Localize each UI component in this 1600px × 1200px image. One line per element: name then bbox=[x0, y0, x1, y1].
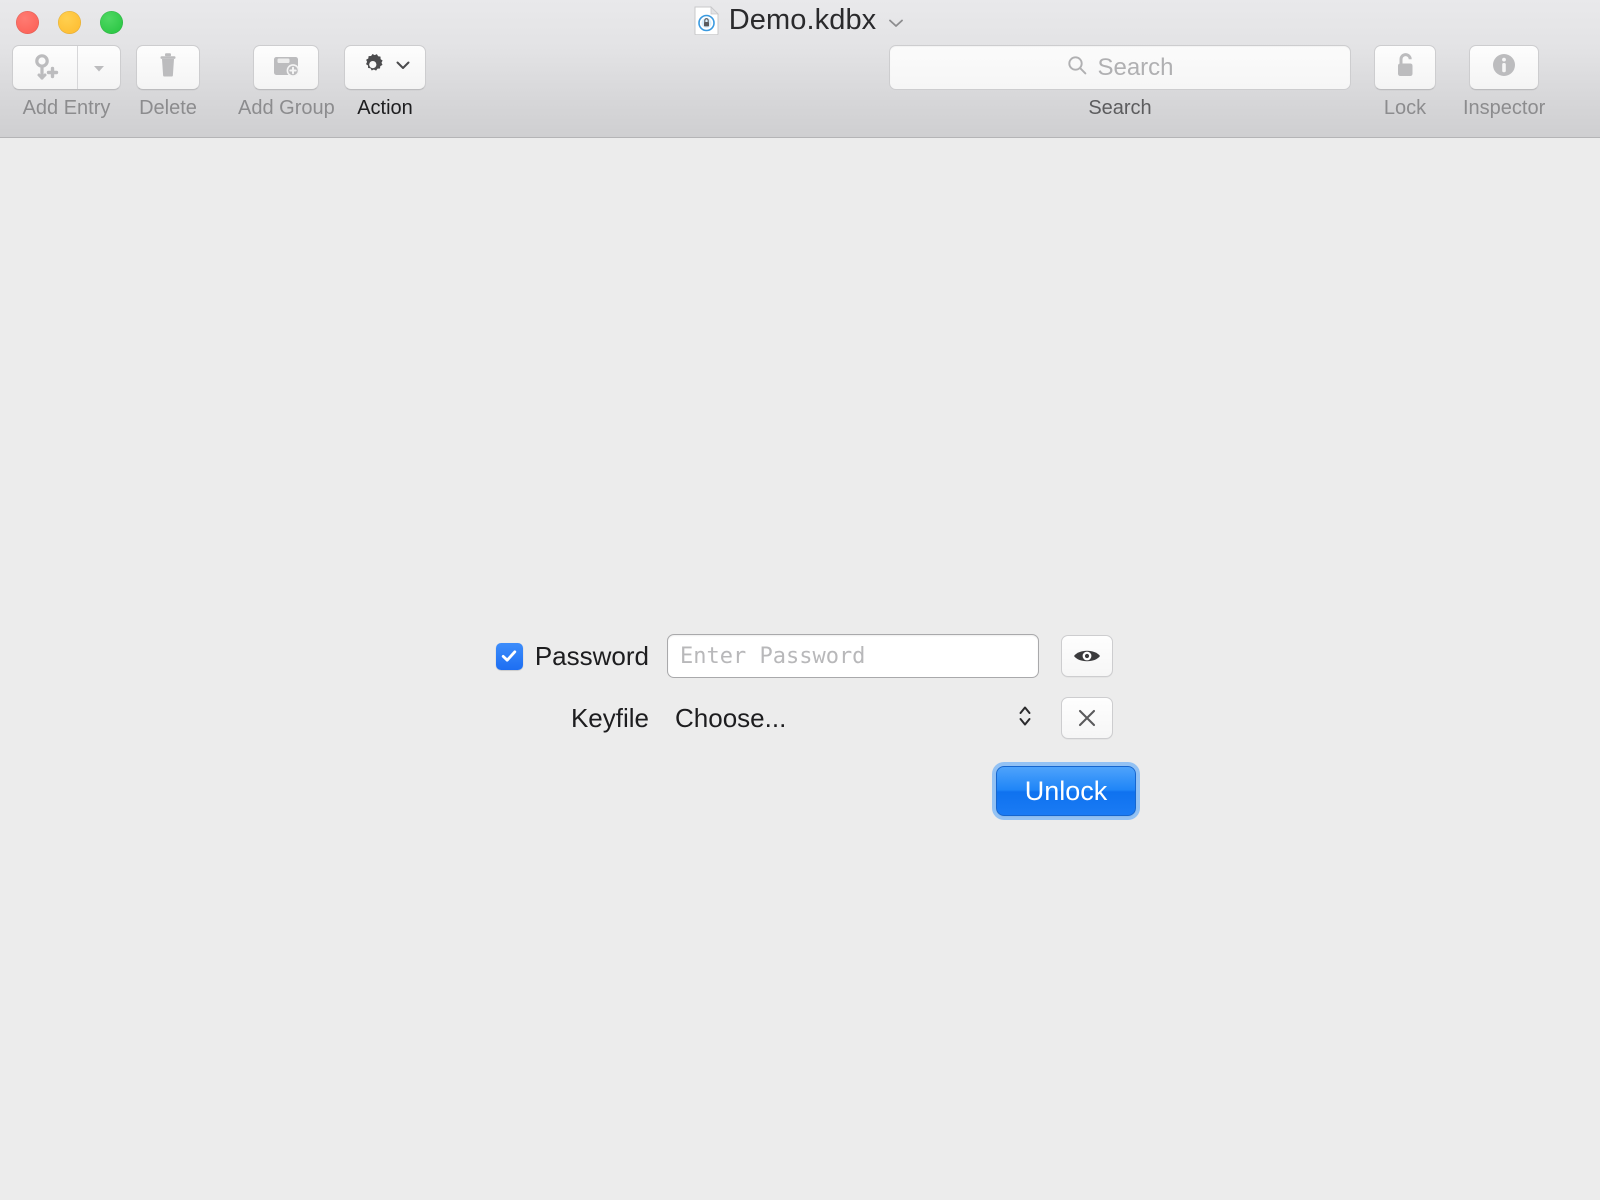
clear-keyfile-button[interactable] bbox=[1061, 697, 1113, 739]
keyfile-label: Keyfile bbox=[570, 702, 649, 733]
close-window-button[interactable] bbox=[16, 11, 39, 34]
lock-label: Lock bbox=[1383, 97, 1427, 119]
up-down-chevron-icon[interactable] bbox=[1017, 701, 1033, 736]
titlebar: Demo.kdbx Add Entry Delete Add Group Act… bbox=[0, 0, 1600, 138]
folder-plus-icon bbox=[270, 50, 302, 85]
search-label: Search bbox=[1088, 97, 1152, 119]
content-area: Password Keyfile Choose... Unlock bbox=[0, 138, 1600, 1200]
inspector-label: Inspector bbox=[1463, 97, 1546, 119]
add-group-button[interactable] bbox=[253, 45, 320, 90]
toggle-password-visibility-button[interactable] bbox=[1061, 635, 1113, 677]
add-entry-label: Add Entry bbox=[22, 97, 111, 119]
action-button[interactable] bbox=[344, 45, 426, 90]
app-window: Demo.kdbx Add Entry Delete Add Group Act… bbox=[0, 0, 1600, 1200]
add-group-label: Add Group bbox=[238, 97, 335, 119]
locked-document-icon bbox=[694, 6, 719, 36]
unlocked-padlock-icon bbox=[1391, 50, 1419, 85]
chevron-down-icon[interactable] bbox=[886, 13, 906, 33]
document-title: Demo.kdbx bbox=[728, 4, 877, 36]
toolbar-item-lock: Lock bbox=[1374, 45, 1436, 120]
search-input[interactable]: Search bbox=[889, 45, 1351, 90]
add-entry-dropdown-arrow-icon[interactable] bbox=[78, 46, 120, 89]
keyfile-label-group: Keyfile bbox=[487, 703, 667, 734]
action-label: Action bbox=[357, 97, 413, 119]
toolbar-item-action: Action bbox=[344, 45, 426, 120]
lock-button[interactable] bbox=[1374, 45, 1436, 90]
trash-icon bbox=[153, 50, 183, 85]
password-label: Password bbox=[534, 640, 649, 671]
password-label-group: Password bbox=[487, 641, 667, 672]
gear-icon bbox=[358, 50, 388, 85]
delete-button[interactable] bbox=[136, 45, 200, 90]
minimize-window-button[interactable] bbox=[58, 11, 81, 34]
delete-label: Delete bbox=[139, 97, 197, 119]
document-title-area: Demo.kdbx bbox=[0, 4, 1600, 37]
search-icon bbox=[1066, 54, 1088, 81]
keyfile-row: Keyfile Choose... bbox=[0, 692, 1600, 744]
toolbar-item-delete: Delete bbox=[136, 45, 200, 120]
inspector-button[interactable] bbox=[1469, 45, 1540, 90]
zoom-window-button[interactable] bbox=[100, 11, 123, 34]
toolbar: Add Entry Delete Add Group Action Search… bbox=[0, 45, 1600, 135]
search-placeholder: Search bbox=[1097, 53, 1174, 81]
unlock-form: Password Keyfile Choose... Unlock bbox=[0, 628, 1600, 816]
toolbar-item-add-entry: Add Entry bbox=[12, 45, 121, 120]
password-input[interactable] bbox=[667, 634, 1039, 678]
add-entry-button[interactable] bbox=[12, 45, 121, 90]
toolbar-item-add-group: Add Group bbox=[238, 45, 335, 120]
window-controls bbox=[16, 11, 123, 34]
search-area: Search Search bbox=[889, 45, 1351, 120]
keyfile-selected-value: Choose... bbox=[675, 702, 787, 733]
info-circle-icon bbox=[1489, 50, 1519, 85]
action-dropdown-chevron-icon[interactable] bbox=[394, 56, 412, 79]
password-checkbox[interactable] bbox=[495, 642, 523, 670]
key-plus-icon bbox=[13, 46, 78, 89]
unlock-button-wrapper: Unlock bbox=[390, 766, 1210, 816]
keyfile-select[interactable]: Choose... bbox=[667, 696, 1039, 740]
toolbar-item-inspector: Inspector bbox=[1463, 45, 1545, 120]
unlock-button[interactable]: Unlock bbox=[996, 766, 1136, 816]
unlock-action-row: Unlock bbox=[0, 766, 1600, 816]
password-row: Password bbox=[0, 628, 1600, 684]
